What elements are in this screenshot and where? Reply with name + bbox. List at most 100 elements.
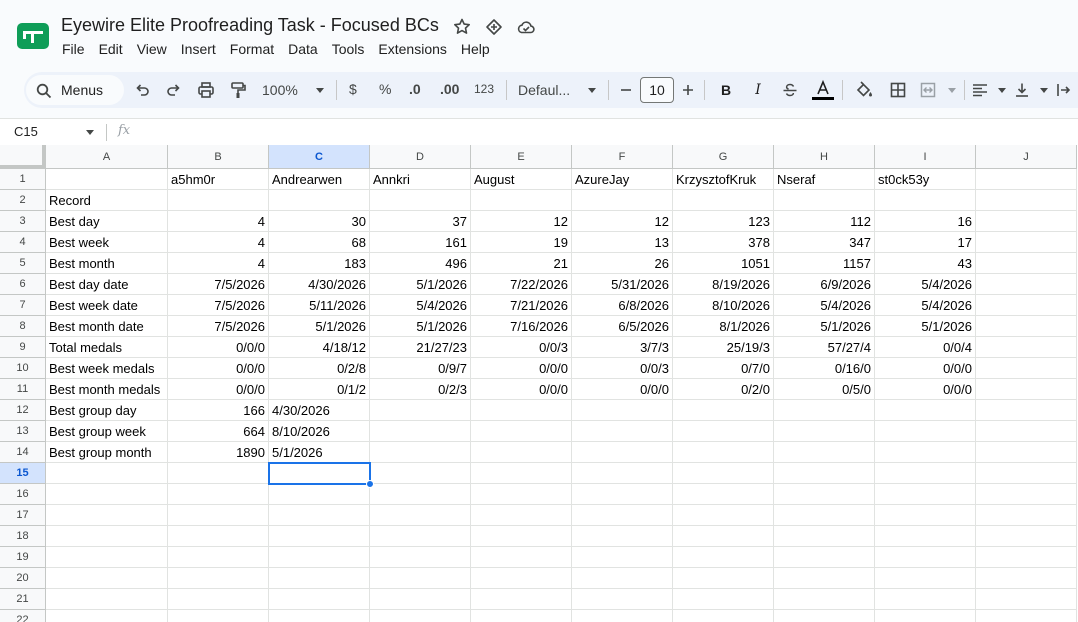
cell-j22[interactable] <box>976 610 1077 622</box>
cell-d21[interactable] <box>370 589 471 610</box>
cell-i22[interactable] <box>875 610 976 622</box>
cell-j5[interactable] <box>976 253 1077 274</box>
cell-d15[interactable] <box>370 463 471 484</box>
cell-a5[interactable]: Best month <box>46 253 168 274</box>
select-all-corner[interactable] <box>0 145 46 169</box>
cell-j2[interactable] <box>976 190 1077 211</box>
cell-j14[interactable] <box>976 442 1077 463</box>
cell-d4[interactable]: 161 <box>370 232 471 253</box>
undo-button[interactable] <box>132 78 152 102</box>
row-header-2[interactable]: 2 <box>0 190 46 211</box>
decrease-decimal-button[interactable]: .0 <box>409 81 421 97</box>
cell-b15[interactable] <box>168 463 269 484</box>
cell-h7[interactable]: 5/4/2026 <box>774 295 875 316</box>
cell-a9[interactable]: Total medals <box>46 337 168 358</box>
cell-c2[interactable] <box>269 190 370 211</box>
cell-b14[interactable]: 1890 <box>168 442 269 463</box>
column-header-j[interactable]: J <box>976 145 1077 169</box>
cell-b7[interactable]: 7/5/2026 <box>168 295 269 316</box>
cell-d19[interactable] <box>370 547 471 568</box>
cell-f9[interactable]: 3/7/3 <box>572 337 673 358</box>
cell-j13[interactable] <box>976 421 1077 442</box>
cell-i21[interactable] <box>875 589 976 610</box>
cell-h8[interactable]: 5/1/2026 <box>774 316 875 337</box>
cell-d16[interactable] <box>370 484 471 505</box>
cell-j20[interactable] <box>976 568 1077 589</box>
cell-d10[interactable]: 0/9/7 <box>370 358 471 379</box>
cell-i19[interactable] <box>875 547 976 568</box>
column-header-a[interactable]: A <box>46 145 168 169</box>
cell-e21[interactable] <box>471 589 572 610</box>
column-header-g[interactable]: G <box>673 145 774 169</box>
cell-e10[interactable]: 0/0/0 <box>471 358 572 379</box>
cell-c11[interactable]: 0/1/2 <box>269 379 370 400</box>
cell-b11[interactable]: 0/0/0 <box>168 379 269 400</box>
cell-g10[interactable]: 0/7/0 <box>673 358 774 379</box>
column-header-h[interactable]: H <box>774 145 875 169</box>
cell-j10[interactable] <box>976 358 1077 379</box>
cell-c8[interactable]: 5/1/2026 <box>269 316 370 337</box>
row-header-1[interactable]: 1 <box>0 169 46 190</box>
cell-e9[interactable]: 0/0/3 <box>471 337 572 358</box>
cell-c22[interactable] <box>269 610 370 622</box>
cell-c10[interactable]: 0/2/8 <box>269 358 370 379</box>
cell-h19[interactable] <box>774 547 875 568</box>
cell-d1[interactable]: Annkri <box>370 169 471 190</box>
paint-format-button[interactable] <box>228 78 248 102</box>
cell-a14[interactable]: Best group month <box>46 442 168 463</box>
cell-h12[interactable] <box>774 400 875 421</box>
cell-i11[interactable]: 0/0/0 <box>875 379 976 400</box>
cell-a10[interactable]: Best week medals <box>46 358 168 379</box>
cell-i14[interactable] <box>875 442 976 463</box>
cell-h1[interactable]: Nseraf <box>774 169 875 190</box>
cell-c19[interactable] <box>269 547 370 568</box>
cell-e16[interactable] <box>471 484 572 505</box>
cell-f20[interactable] <box>572 568 673 589</box>
cell-g20[interactable] <box>673 568 774 589</box>
cell-c5[interactable]: 183 <box>269 253 370 274</box>
cell-d20[interactable] <box>370 568 471 589</box>
cell-e17[interactable] <box>471 505 572 526</box>
cell-h16[interactable] <box>774 484 875 505</box>
cell-e13[interactable] <box>471 421 572 442</box>
cell-g4[interactable]: 378 <box>673 232 774 253</box>
cell-g9[interactable]: 25/19/3 <box>673 337 774 358</box>
cell-j17[interactable] <box>976 505 1077 526</box>
text-wrap-button[interactable] <box>1054 78 1074 102</box>
cell-j15[interactable] <box>976 463 1077 484</box>
cell-a17[interactable] <box>46 505 168 526</box>
menu-data[interactable]: Data <box>288 41 318 61</box>
cell-a19[interactable] <box>46 547 168 568</box>
cell-h3[interactable]: 112 <box>774 211 875 232</box>
chevron-down-icon[interactable] <box>86 130 94 135</box>
cell-j3[interactable] <box>976 211 1077 232</box>
redo-button[interactable] <box>164 78 184 102</box>
cell-a2[interactable]: Record <box>46 190 168 211</box>
cell-i18[interactable] <box>875 526 976 547</box>
cell-i10[interactable]: 0/0/0 <box>875 358 976 379</box>
cell-e20[interactable] <box>471 568 572 589</box>
row-header-18[interactable]: 18 <box>0 526 46 547</box>
cell-f21[interactable] <box>572 589 673 610</box>
cell-j1[interactable] <box>976 169 1077 190</box>
cell-d14[interactable] <box>370 442 471 463</box>
bold-button[interactable]: B <box>716 78 736 102</box>
cell-f16[interactable] <box>572 484 673 505</box>
cell-g2[interactable] <box>673 190 774 211</box>
cell-f4[interactable]: 13 <box>572 232 673 253</box>
cell-a8[interactable]: Best month date <box>46 316 168 337</box>
cell-g14[interactable] <box>673 442 774 463</box>
cell-h2[interactable] <box>774 190 875 211</box>
cell-j16[interactable] <box>976 484 1077 505</box>
cell-j6[interactable] <box>976 274 1077 295</box>
cell-b5[interactable]: 4 <box>168 253 269 274</box>
row-header-7[interactable]: 7 <box>0 295 46 316</box>
cell-e22[interactable] <box>471 610 572 622</box>
cell-g1[interactable]: KrzysztofKruk <box>673 169 774 190</box>
cell-d22[interactable] <box>370 610 471 622</box>
text-color-button[interactable] <box>812 78 834 102</box>
cell-d11[interactable]: 0/2/3 <box>370 379 471 400</box>
row-header-9[interactable]: 9 <box>0 337 46 358</box>
cell-a11[interactable]: Best month medals <box>46 379 168 400</box>
cell-f2[interactable] <box>572 190 673 211</box>
